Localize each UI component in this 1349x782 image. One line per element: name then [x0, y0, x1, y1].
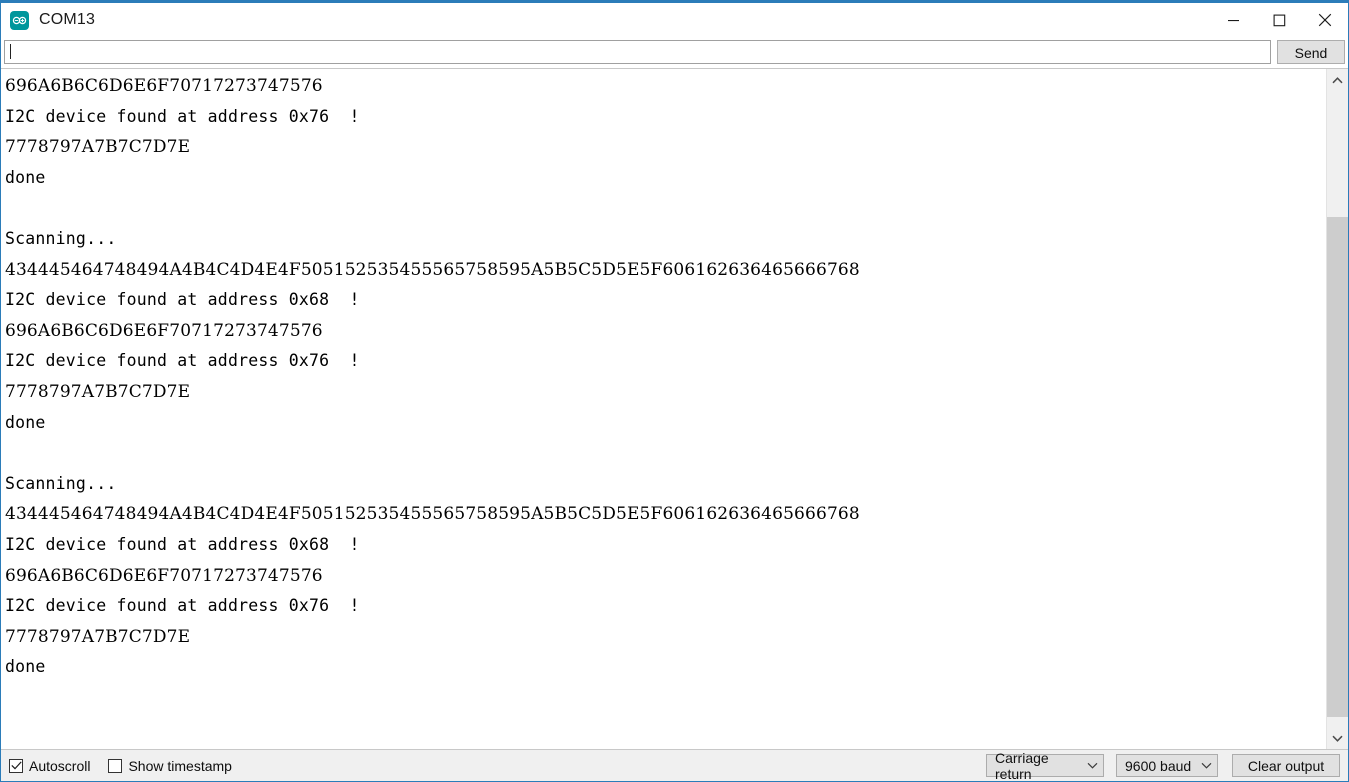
minimize-button[interactable]	[1210, 3, 1256, 37]
maximize-button[interactable]	[1256, 3, 1302, 37]
line-ending-select[interactable]: Carriage return	[986, 750, 1104, 781]
chevron-down-icon	[1332, 735, 1343, 742]
show-timestamp-checkbox-box	[108, 758, 123, 773]
output-line: 696A6B6C6D6E6F70717273747576	[5, 565, 323, 586]
output-line: 7778797A7B7C7D7E	[5, 381, 191, 402]
output-line: 7778797A7B7C7D7E	[5, 626, 191, 647]
output-scrollbar[interactable]	[1326, 69, 1348, 749]
serial-output-text[interactable]: 696A6B6C6D6E6F70717273747576 I2C device f…	[1, 69, 1326, 749]
send-button[interactable]: Send	[1277, 39, 1345, 64]
baud-rate-select[interactable]: 9600 baud	[1116, 754, 1218, 777]
window-title: COM13	[39, 11, 96, 28]
chevron-up-icon	[1332, 76, 1343, 83]
show-timestamp-checkbox[interactable]: Show timestamp	[108, 757, 232, 774]
text-caret	[10, 44, 11, 59]
close-button[interactable]	[1302, 3, 1348, 37]
output-line: 696A6B6C6D6E6F70717273747576	[5, 76, 323, 96]
title-bar: COM13	[1, 3, 1348, 37]
scroll-down-button[interactable]	[1327, 727, 1348, 749]
autoscroll-checkbox-box	[9, 758, 23, 773]
maximize-icon	[1273, 14, 1285, 26]
output-line: Scanning...	[5, 473, 117, 493]
scroll-up-button[interactable]	[1327, 69, 1348, 91]
window-controls	[1210, 3, 1348, 37]
arduino-logo-icon	[10, 10, 29, 30]
autoscroll-label: Autoscroll	[29, 757, 91, 774]
output-line: I2C device found at address 0x76 !	[5, 106, 360, 126]
output-line: done	[5, 657, 46, 677]
serial-monitor-window: COM13 Send 696A6B6C6D6E6F70717273747576 …	[0, 0, 1349, 782]
close-icon	[1318, 13, 1332, 27]
line-ending-value: Carriage return	[995, 749, 1049, 782]
output-line: I2C device found at address 0x76 !	[5, 596, 360, 616]
output-line: 434445464748494A4B4C4D4E4F50515253545556…	[5, 504, 860, 525]
output-area: 696A6B6C6D6E6F70717273747576 I2C device f…	[1, 68, 1348, 749]
output-line: done	[5, 167, 46, 187]
output-line: 7778797A7B7C7D7E	[5, 137, 191, 158]
output-line: 434445464748494A4B4C4D4E4F50515253545556…	[5, 259, 860, 280]
output-line: Scanning...	[5, 228, 117, 248]
clear-output-button[interactable]: Clear output	[1232, 754, 1340, 777]
minimize-icon	[1227, 19, 1239, 21]
output-line: I2C device found at address 0x76 !	[5, 351, 360, 371]
scrollbar-thumb[interactable]	[1327, 217, 1348, 717]
output-line: done	[5, 412, 46, 432]
check-icon	[10, 761, 22, 770]
baud-rate-value: 9600 baud	[1125, 757, 1192, 774]
chevron-down-icon	[1087, 762, 1098, 769]
chevron-down-icon	[1201, 762, 1212, 769]
send-row: Send	[1, 37, 1348, 68]
serial-send-input[interactable]	[4, 39, 1271, 64]
output-line: I2C device found at address 0x68 !	[5, 290, 360, 310]
show-timestamp-label: Show timestamp	[128, 757, 232, 774]
output-line: 696A6B6C6D6E6F70717273747576	[5, 320, 323, 341]
autoscroll-checkbox[interactable]: Autoscroll	[9, 758, 90, 774]
status-bar: Autoscroll Show timestamp Carriage retur…	[1, 749, 1348, 781]
output-line: I2C device found at address 0x68 !	[5, 534, 360, 554]
